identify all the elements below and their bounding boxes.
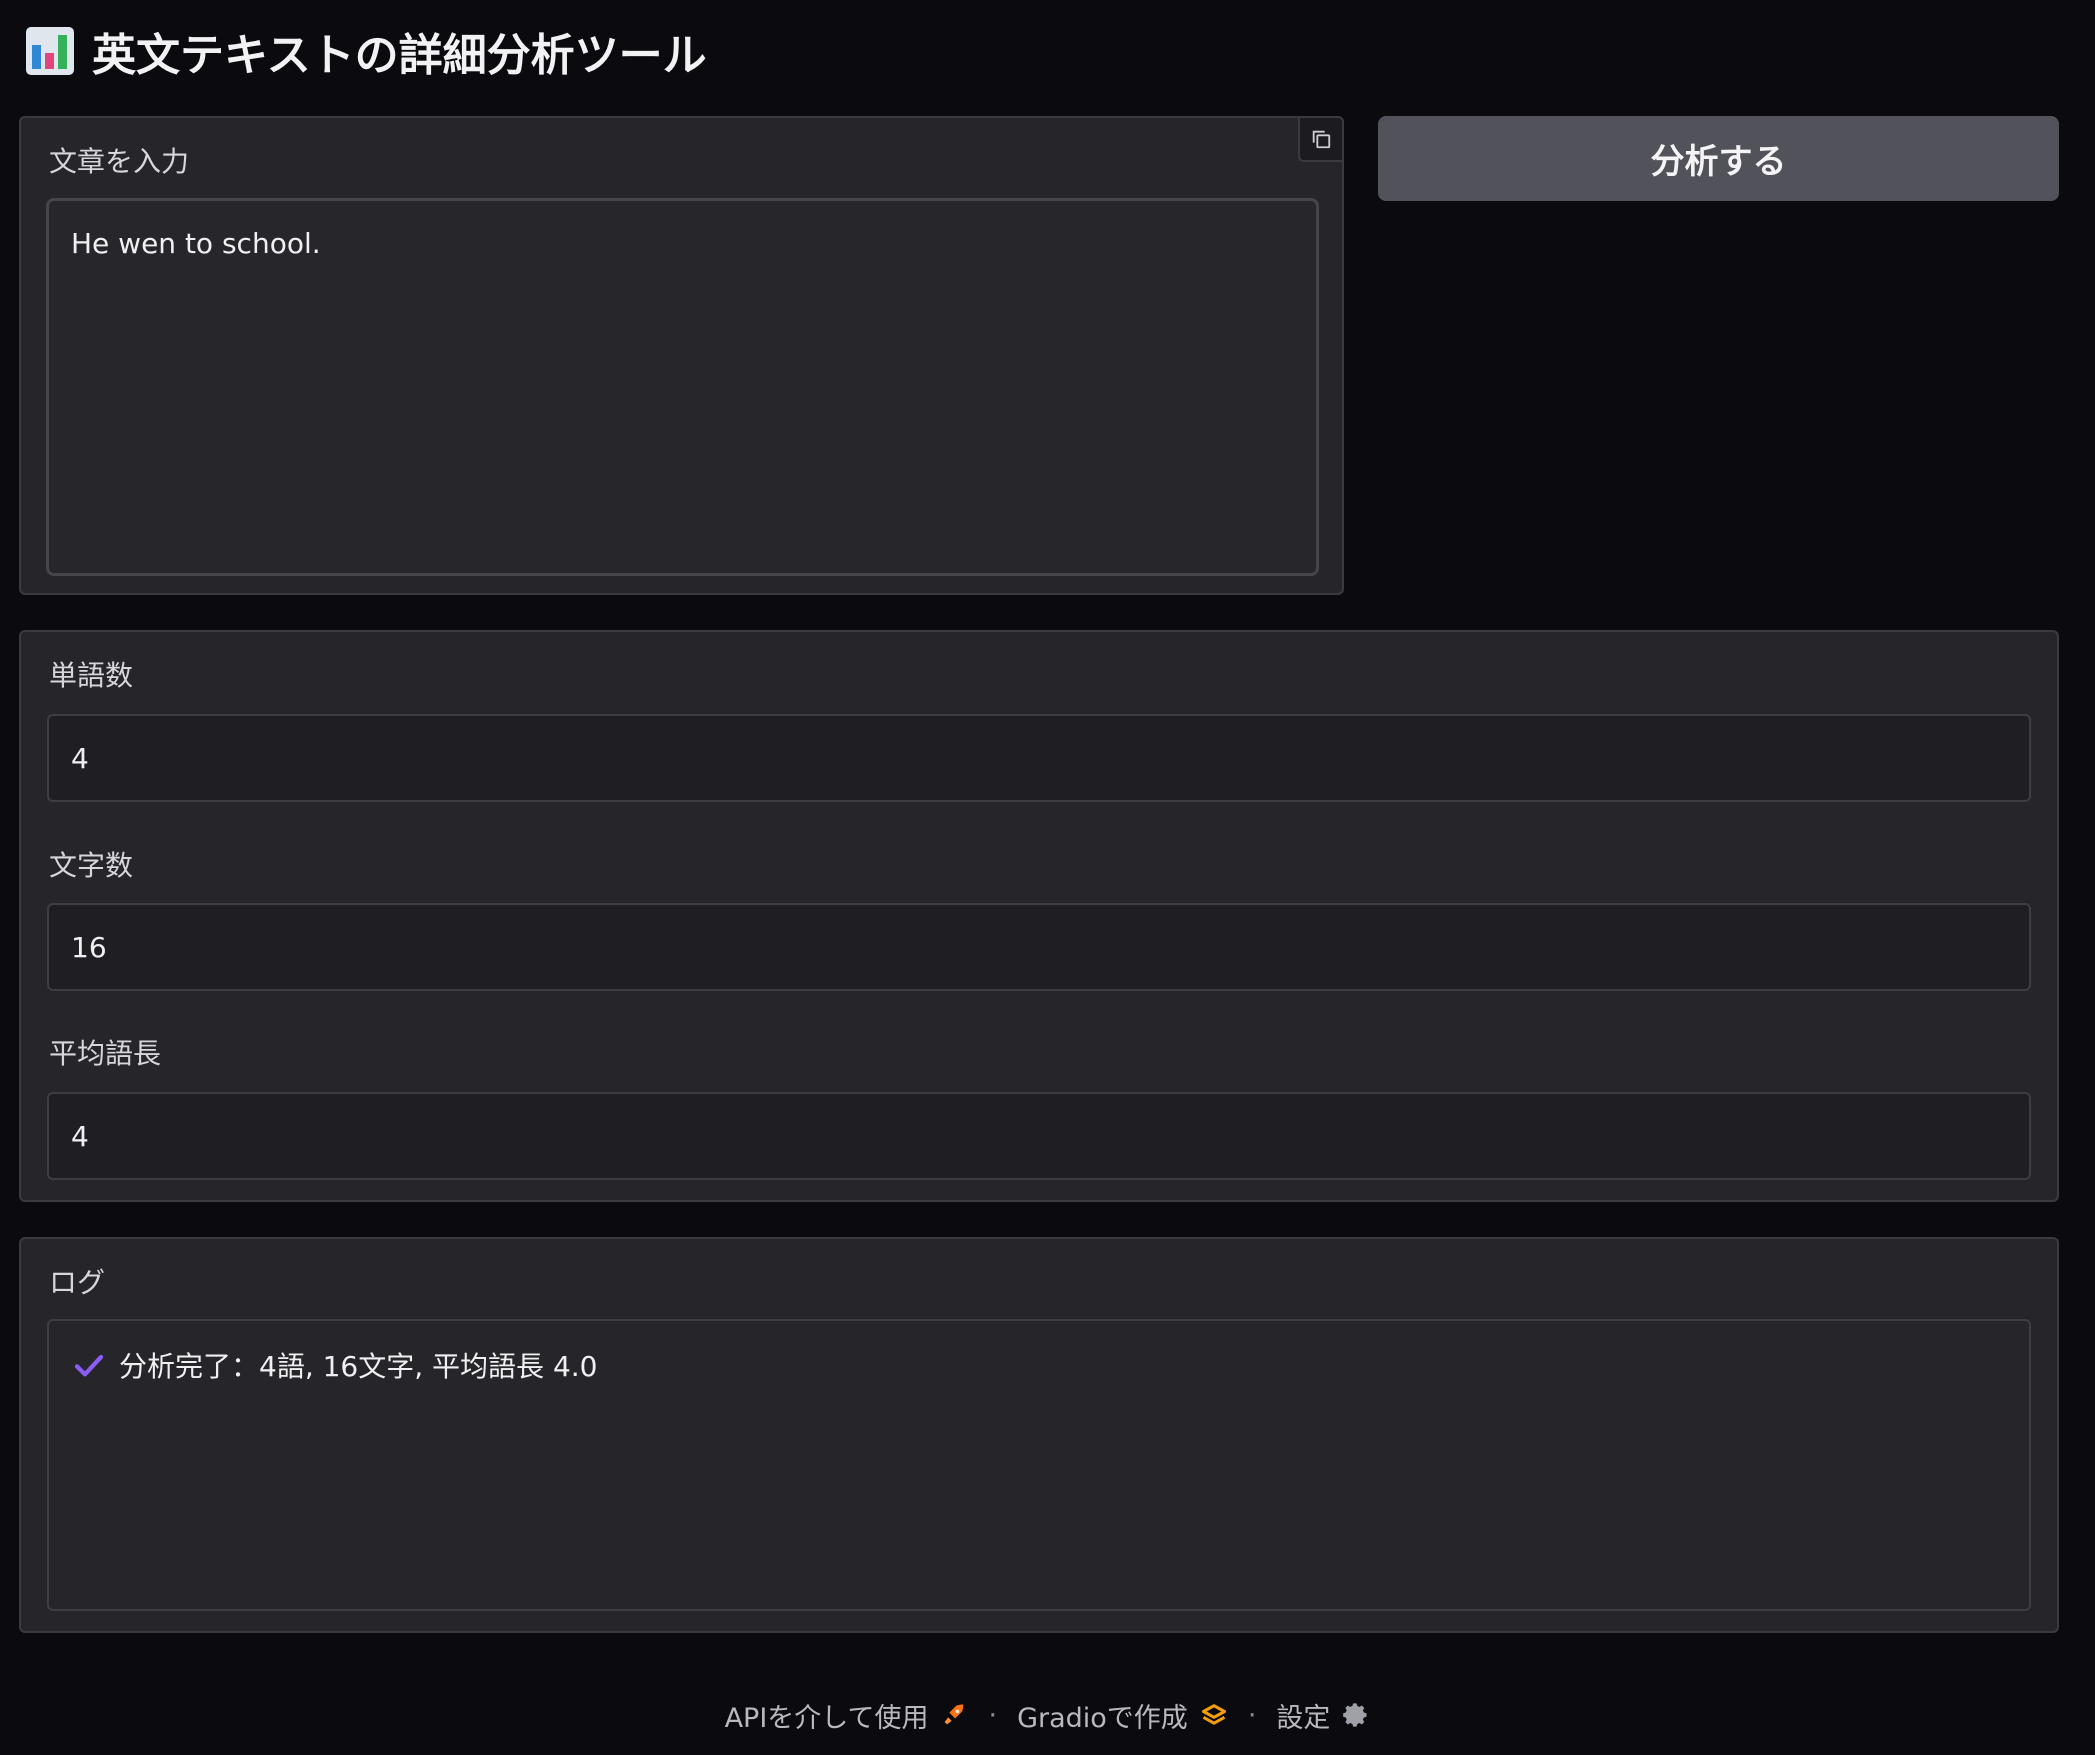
footer-separator: · [1247, 1699, 1257, 1731]
rocket-icon [945, 1704, 964, 1725]
bar-chart-icon [26, 27, 74, 75]
copy-button[interactable] [1298, 116, 1344, 162]
text-input-label: 文章を入力 [49, 145, 190, 178]
api-link[interactable]: APIを介して使用 [725, 1696, 969, 1735]
gradio-link[interactable]: Gradioで作成 [1017, 1696, 1228, 1735]
avg-length-label: 平均語長 [49, 1037, 162, 1070]
log-message: 分析完了：4語, 16文字, 平均語長 4.0 [119, 1350, 598, 1383]
text-input-panel: 文章を入力 [19, 116, 1344, 595]
settings-link-label: 設定 [1276, 1702, 1331, 1734]
check-icon [74, 1354, 104, 1377]
char-count-label: 文字数 [49, 849, 134, 882]
avg-length-value: 4 [71, 1119, 89, 1153]
analyze-button[interactable]: 分析する [1378, 116, 2059, 201]
char-count-value: 16 [71, 930, 107, 964]
stats-panel: 単語数 4 文字数 16 平均語長 4 [19, 630, 2059, 1202]
app-header: 英文テキストの詳細分析ツール [26, 18, 707, 84]
api-link-label: APIを介して使用 [724, 1702, 929, 1734]
word-count-label: 単語数 [49, 659, 134, 692]
copy-icon [1312, 130, 1331, 149]
gradio-link-label: Gradioで作成 [1017, 1702, 1188, 1734]
gear-icon [1343, 1703, 1367, 1727]
log-label: ログ [49, 1266, 106, 1299]
gradio-logo-icon [1201, 1704, 1226, 1725]
footer-separator: · [988, 1699, 998, 1731]
footer: APIを介して使用 · Gradioで作成 · 設定 [0, 1690, 2095, 1740]
log-panel: ログ 分析完了：4語, 16文字, 平均語長 4.0 [19, 1237, 2059, 1633]
char-count-field[interactable]: 16 [47, 903, 2031, 991]
avg-length-field[interactable]: 4 [47, 1092, 2031, 1180]
log-output[interactable]: 分析完了：4語, 16文字, 平均語長 4.0 [47, 1319, 2031, 1611]
page-title: 英文テキストの詳細分析ツール [92, 30, 707, 81]
settings-link[interactable]: 設定 [1276, 1696, 1370, 1735]
word-count-value: 4 [71, 741, 89, 775]
app-root: 英文テキストの詳細分析ツール 文章を入力 分析する 単語数 4 文字数 16 平… [0, 0, 2095, 1755]
word-count-field[interactable]: 4 [47, 714, 2031, 802]
text-input-field[interactable] [46, 198, 1319, 576]
